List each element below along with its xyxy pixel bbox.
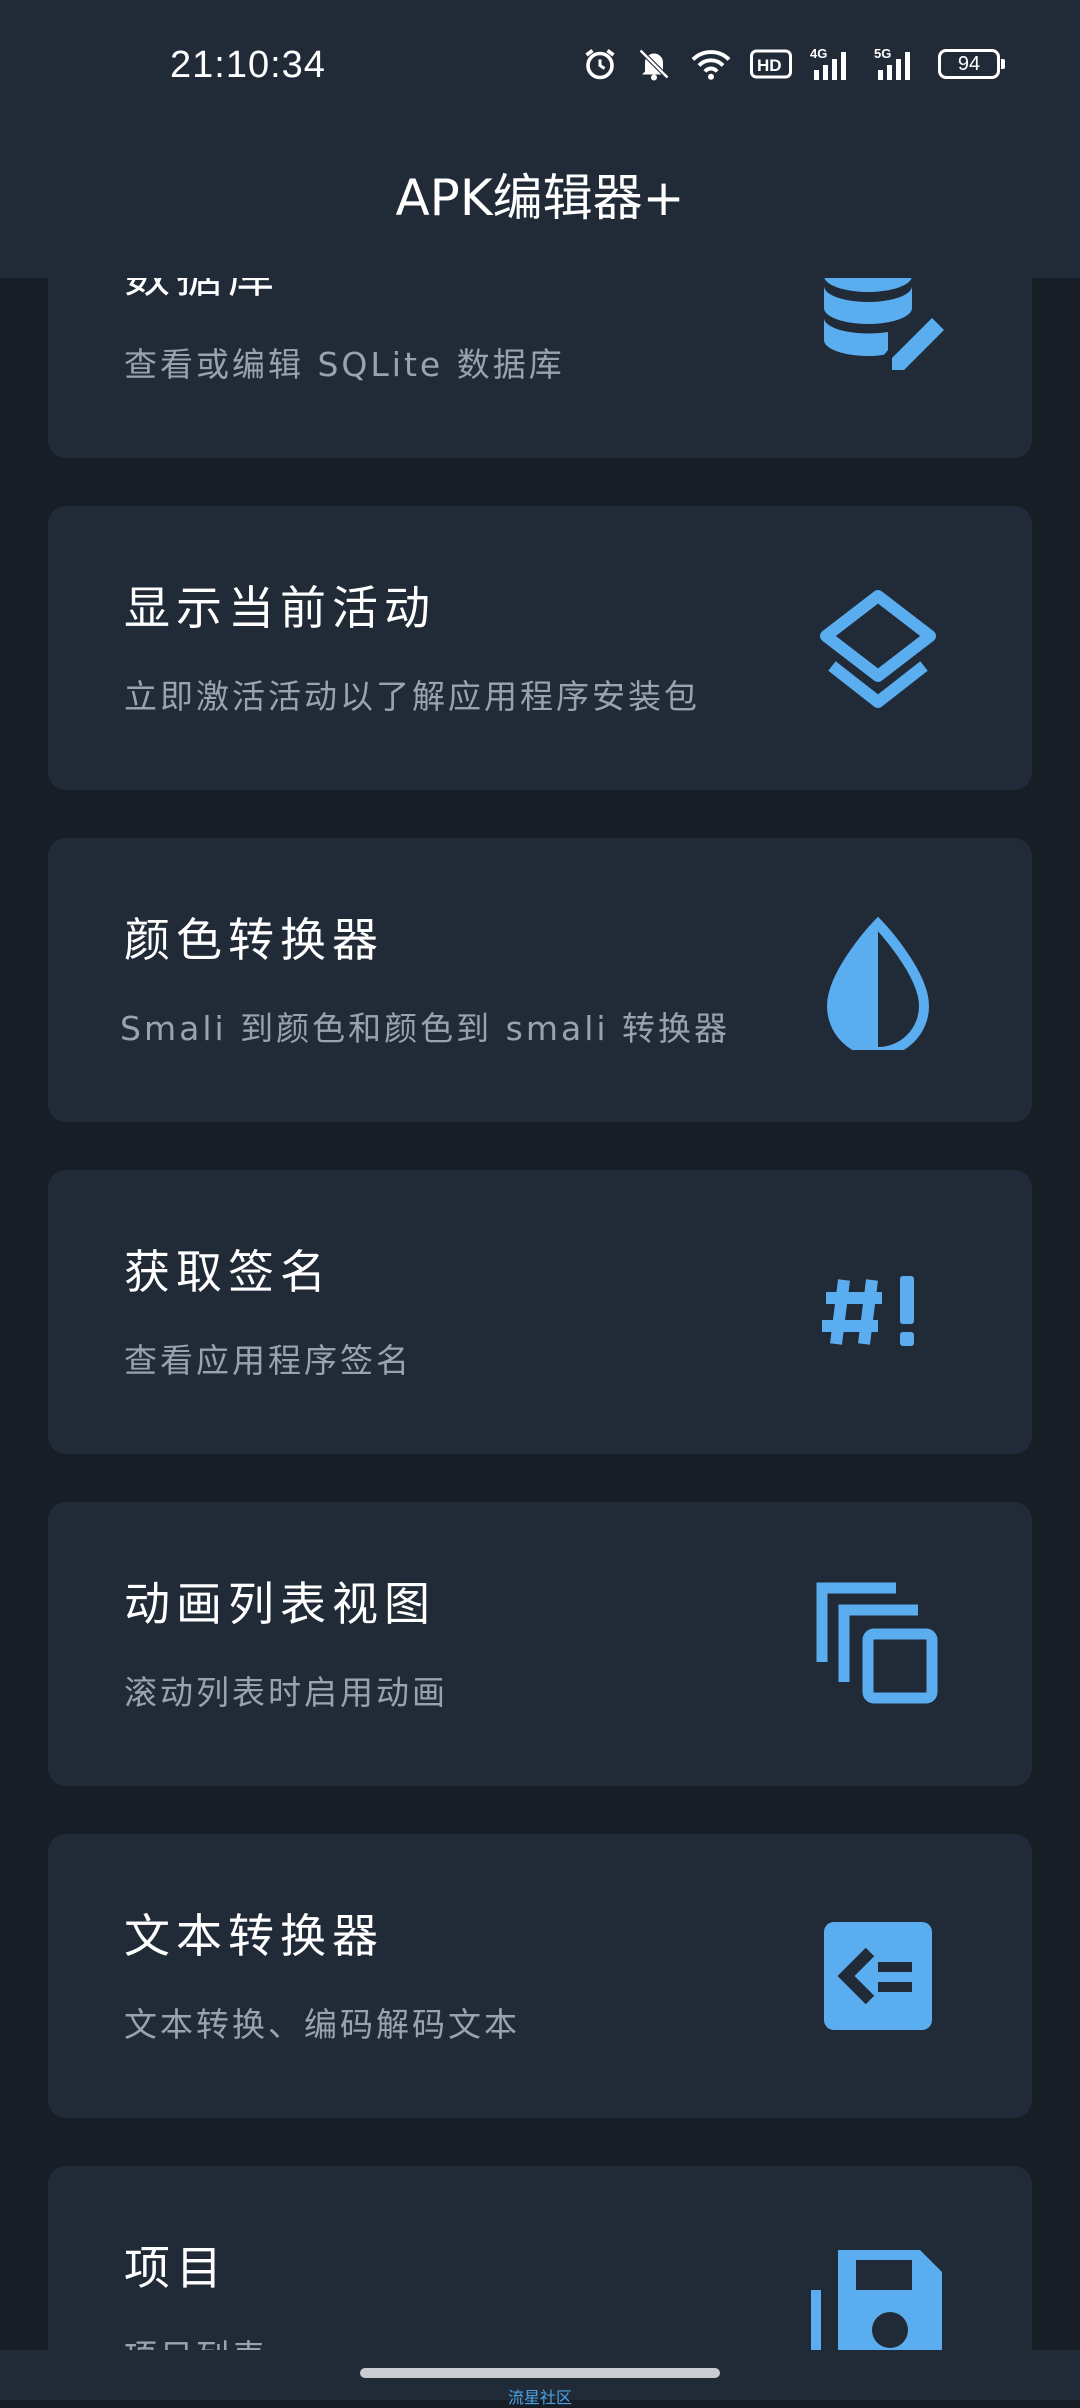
card-title: 显示当前活动 (124, 581, 436, 635)
card-projects[interactable]: 项目 项目列表 (48, 2166, 1032, 2350)
card-title: 颜色转换器 (124, 913, 384, 967)
color-drop-icon (826, 916, 930, 1050)
card-desc: 查看或编辑 SQLite 数据库 (124, 345, 565, 384)
mute-bell-icon (636, 46, 672, 82)
signal-4g-icon: 4G (810, 46, 856, 82)
card-desc: 项目列表 (124, 2330, 268, 2350)
hd-icon: HD (750, 48, 792, 80)
copy-stack-icon (816, 1582, 938, 1704)
app-title: APK编辑器+ (395, 169, 685, 227)
card-desc: 立即激活活动以了解应用程序安装包 (124, 677, 700, 716)
card-title: 项目 (124, 2241, 228, 2295)
status-icons: HD 4G 5G 94 (582, 46, 1005, 82)
card-show-current-activity[interactable]: 显示当前活动 立即激活活动以了解应用程序安装包 (48, 506, 1032, 790)
card-title: 数据库 (124, 278, 280, 306)
card-animated-list-view[interactable]: 动画列表视图 滚动列表时启用动画 (48, 1502, 1032, 1786)
svg-text:5G: 5G (874, 46, 891, 61)
card-title: 动画列表视图 (124, 1577, 436, 1631)
card-desc: 文本转换、编码解码文本 (124, 2005, 520, 2044)
save-floppy-icon (811, 2250, 942, 2350)
card-title: 文本转换器 (124, 1909, 384, 1963)
svg-text:HD: HD (757, 56, 782, 75)
status-bar: 21:10:34 HD 4G 5G 94 (0, 0, 1080, 130)
wifi-icon (690, 46, 732, 82)
text-convert-icon (824, 1922, 932, 2030)
status-time: 21:10:34 (170, 44, 326, 86)
navigation-bar: 流星社区 (0, 2350, 1080, 2407)
hash-exclamation-icon (822, 1276, 914, 1346)
card-database[interactable]: 数据库 查看或编辑 SQLite 数据库 (48, 278, 1032, 458)
watermark-text: 流星社区 (507, 2388, 572, 2407)
card-color-converter[interactable]: 颜色转换器 Smali 到颜色和颜色到 smali 转换器 (48, 838, 1032, 1122)
card-title: 获取签名 (124, 1245, 332, 1299)
card-text-converter[interactable]: 文本转换器 文本转换、编码解码文本 (48, 1834, 1032, 2118)
alarm-icon (582, 46, 618, 82)
layers-icon (820, 590, 936, 708)
tools-list[interactable]: 数据库 查看或编辑 SQLite 数据库 显示当前活动 立即激活活动以了解应用程… (0, 278, 1080, 2350)
card-get-signature[interactable]: 获取签名 查看应用程序签名 (48, 1170, 1032, 1454)
database-edit-icon (824, 278, 944, 370)
home-indicator[interactable] (360, 2368, 720, 2378)
card-desc: Smali 到颜色和颜色到 smali 转换器 (120, 1009, 731, 1048)
card-desc: 滚动列表时启用动画 (124, 1673, 448, 1712)
card-desc: 查看应用程序签名 (124, 1341, 412, 1380)
signal-5g-icon: 5G (874, 46, 920, 82)
svg-text:4G: 4G (810, 46, 827, 61)
battery-indicator: 94 (938, 49, 1005, 79)
app-bar: APK编辑器+ (0, 130, 1080, 278)
